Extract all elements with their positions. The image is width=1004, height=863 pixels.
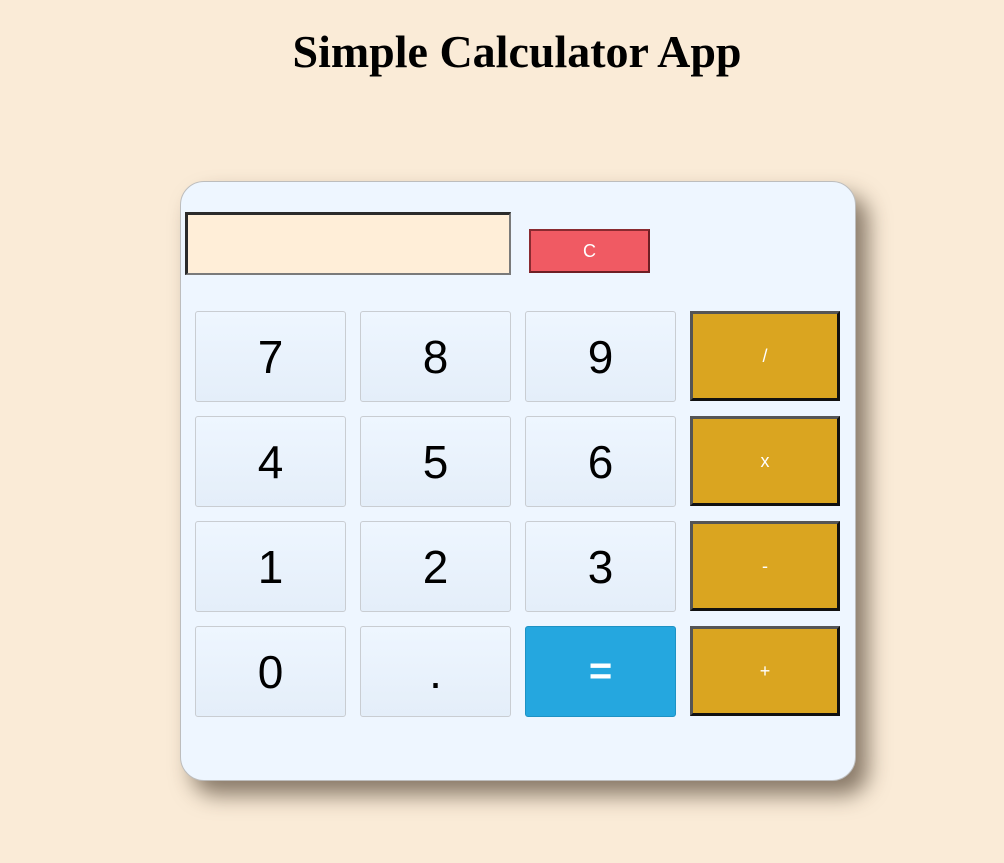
subtract-button[interactable]: - bbox=[690, 521, 840, 611]
digit-1-button[interactable]: 1 bbox=[195, 521, 346, 612]
equals-button[interactable]: = bbox=[525, 626, 676, 717]
digit-0-button[interactable]: 0 bbox=[195, 626, 346, 717]
multiply-button[interactable]: x bbox=[690, 416, 840, 506]
digit-5-button[interactable]: 5 bbox=[360, 416, 511, 507]
digit-6-button[interactable]: 6 bbox=[525, 416, 676, 507]
digit-4-button[interactable]: 4 bbox=[195, 416, 346, 507]
digit-2-button[interactable]: 2 bbox=[360, 521, 511, 612]
page-title: Simple Calculator App bbox=[292, 26, 742, 77]
digit-7-button[interactable]: 7 bbox=[195, 311, 346, 402]
digit-8-button[interactable]: 8 bbox=[360, 311, 511, 402]
calculator-display[interactable] bbox=[185, 212, 511, 275]
digit-9-button[interactable]: 9 bbox=[525, 311, 676, 402]
add-button[interactable]: + bbox=[690, 626, 840, 716]
digit-3-button[interactable]: 3 bbox=[525, 521, 676, 612]
decimal-point-button[interactable]: . bbox=[360, 626, 511, 717]
clear-button[interactable]: C bbox=[529, 229, 650, 273]
divide-button[interactable]: / bbox=[690, 311, 840, 401]
